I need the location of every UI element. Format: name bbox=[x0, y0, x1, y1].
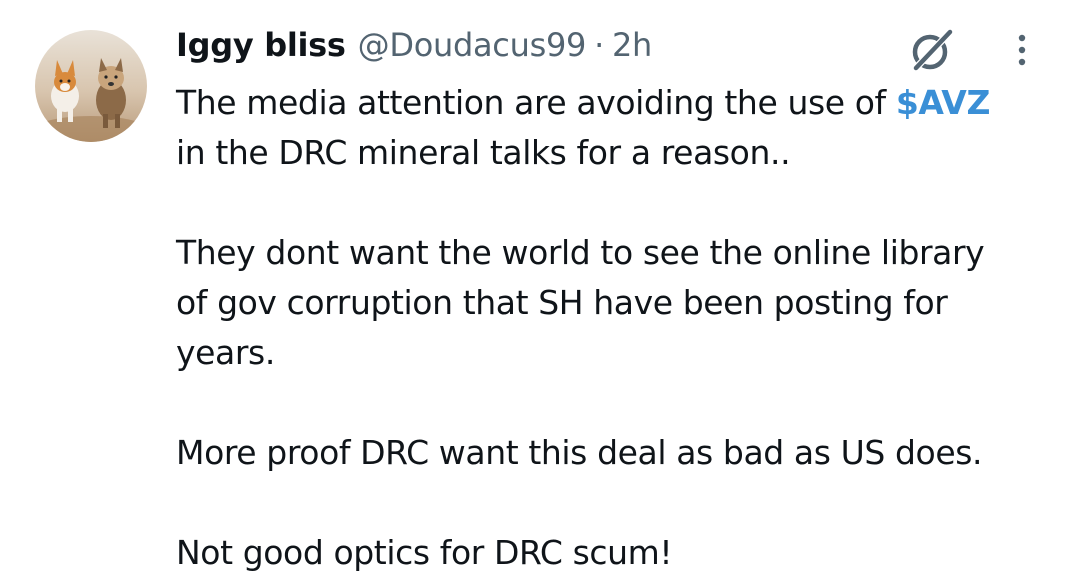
tweet-text-segment: The media attention are avoiding the use… bbox=[176, 83, 896, 122]
author-display-name[interactable]: Iggy bliss bbox=[176, 26, 346, 64]
tweet-text: The media attention are avoiding the use… bbox=[176, 78, 1066, 578]
tweet-card[interactable]: Iggy bliss @Doudacus99 · 2h The media at… bbox=[0, 0, 1079, 588]
author-handle[interactable]: @Doudacus99 bbox=[358, 26, 587, 64]
tweet-text-line: of gov corruption that SH have been post… bbox=[176, 283, 948, 322]
cashtag-link[interactable]: $AVZ bbox=[896, 83, 991, 122]
more-options-icon[interactable] bbox=[1010, 30, 1034, 70]
avatar-two-dogs-image bbox=[35, 30, 147, 142]
tweet-timestamp[interactable]: 2h bbox=[612, 26, 652, 64]
avatar[interactable] bbox=[35, 30, 147, 142]
tweet-text-line: in the DRC mineral talks for a reason.. bbox=[176, 133, 791, 172]
tweet-header: Iggy bliss @Doudacus99 · 2h bbox=[176, 22, 652, 68]
tweet-text-line: They dont want the world to see the onli… bbox=[176, 233, 985, 272]
tweet-text-line: years. bbox=[176, 333, 275, 372]
tweet-text-line: The media attention are avoiding the use… bbox=[176, 78, 1066, 128]
tweet-text-line: More proof DRC want this deal as bad as … bbox=[176, 433, 983, 472]
tweet-text-line: Not good optics for DRC scum! bbox=[176, 533, 673, 572]
header-separator: · bbox=[594, 26, 604, 64]
grok-icon[interactable] bbox=[906, 24, 958, 76]
